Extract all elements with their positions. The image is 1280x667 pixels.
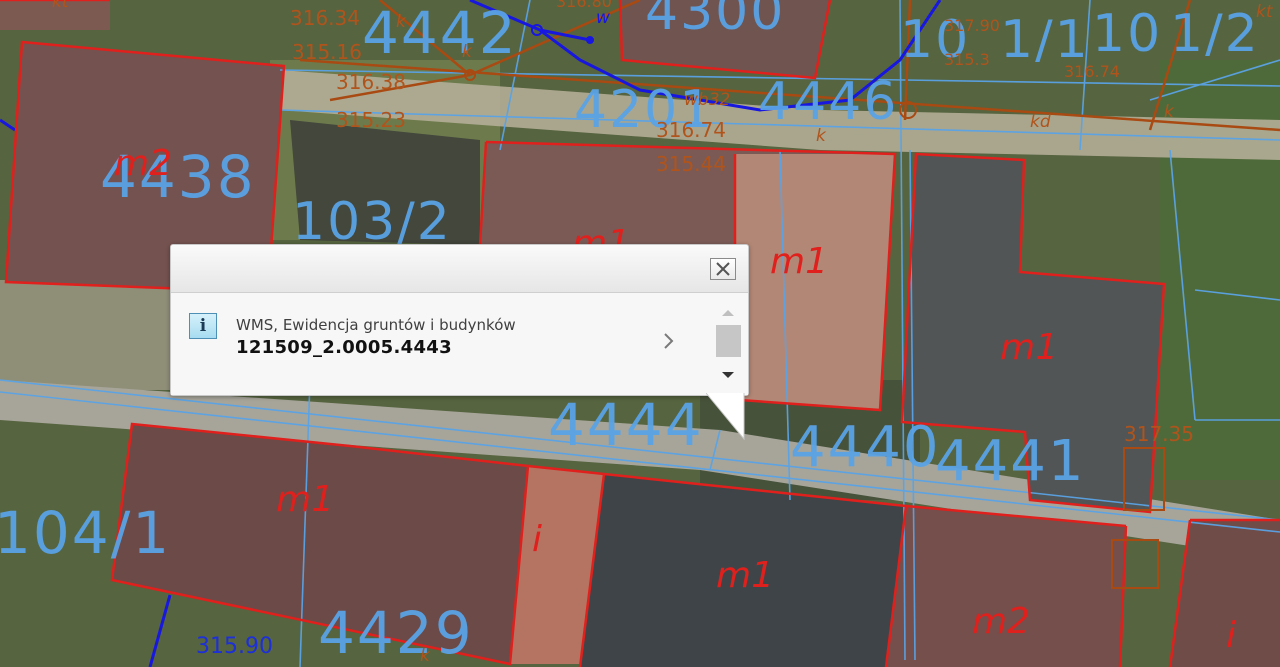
close-button[interactable] — [710, 258, 736, 280]
utility-label: kt — [52, 0, 69, 12]
building-label: i — [532, 519, 543, 560]
elevation-label: 315.44 — [656, 152, 726, 176]
elevation-label: 316.34 — [290, 6, 360, 30]
utility-label: kd — [1030, 112, 1051, 132]
popup-pointer — [706, 393, 745, 441]
map-canvas[interactable]: 4438 103/2 4442 4300 10 1/1 10 1/2 4446 … — [0, 0, 1280, 667]
close-icon — [716, 262, 730, 276]
utility-label: k — [1164, 102, 1174, 122]
popup-source-label: WMS, Ewidencja gruntów i budynków — [236, 316, 516, 334]
elevation-label: 317.90 — [944, 16, 1000, 35]
parcel-number-label: 104/1 — [0, 499, 172, 567]
chevron-right-icon — [664, 333, 674, 349]
utility-label: wb32 — [684, 90, 731, 110]
building-label: i — [1226, 615, 1237, 656]
parcel-number-label: 4442 — [362, 0, 518, 67]
building-label: m1 — [770, 241, 828, 282]
arrow-down-icon — [722, 372, 734, 378]
parcel-number-label: 4444 — [548, 391, 704, 459]
utility-label: k — [462, 42, 472, 62]
scrollbar-thumb[interactable] — [716, 325, 741, 357]
parcel-number-label: 4429 — [318, 599, 474, 667]
elevation-label: 315.16 — [292, 40, 362, 64]
utility-label: w — [596, 8, 610, 28]
utility-label: k — [420, 646, 430, 666]
scroll-up-button[interactable] — [715, 305, 741, 321]
arrow-up-icon — [722, 310, 734, 316]
building-label: m2 — [114, 143, 172, 184]
building-label: m1 — [1000, 327, 1058, 368]
scroll-down-button[interactable] — [715, 367, 741, 383]
parcel-number-label: 1/2 — [1170, 4, 1260, 64]
building-label: m2 — [972, 601, 1030, 642]
elevation-label: 317.35 — [1124, 422, 1194, 446]
elevation-label: 315.90 — [196, 634, 273, 659]
elevation-label: 315.3 — [944, 50, 990, 69]
elevation-label: 316.74 — [1064, 62, 1120, 81]
parcel-number-label: 1/1 — [1000, 10, 1090, 70]
popup-scrollbar[interactable] — [715, 305, 741, 383]
next-result-button[interactable] — [657, 326, 681, 356]
parcel-number-label: 4441 — [935, 429, 1086, 494]
elevation-label: 316.38 — [336, 70, 406, 94]
parcel-number-label: 4440 — [790, 415, 941, 480]
utility-label: k — [816, 126, 826, 146]
popup-content: i WMS, Ewidencja gruntów i budynków 1215… — [171, 293, 748, 395]
identify-popup: i WMS, Ewidencja gruntów i budynków 1215… — [170, 244, 749, 396]
elevation-label: 316.74 — [656, 118, 726, 142]
parcel-number-label: 103/2 — [292, 192, 452, 252]
building-label: m1 — [276, 479, 334, 520]
utility-label: kt — [1256, 2, 1273, 22]
info-icon: i — [189, 313, 217, 339]
utility-label: k — [396, 12, 406, 32]
parcel-number-label: 4446 — [758, 72, 899, 132]
elevation-label: 315.23 — [336, 108, 406, 132]
parcel-number-label: 10 — [1092, 4, 1163, 64]
parcel-identifier: 121509_2.0005.4443 — [236, 337, 452, 358]
parcel-number-label: 4300 — [645, 0, 786, 42]
popup-titlebar[interactable] — [171, 245, 748, 293]
building-label: m1 — [716, 555, 774, 596]
